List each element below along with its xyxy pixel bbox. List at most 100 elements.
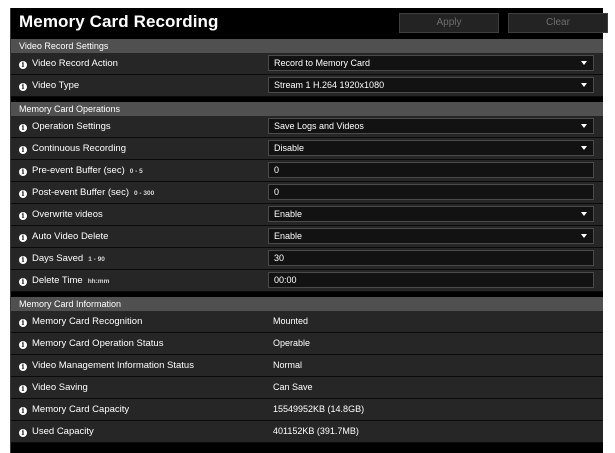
video-record-action-select[interactable]: Record to Memory Card xyxy=(268,55,594,71)
chevron-down-icon xyxy=(581,212,587,216)
days-saved-input[interactable]: 30 xyxy=(268,250,594,266)
row-label-wrap: i Memory Card Operation Status xyxy=(19,333,163,354)
post-event-buffer-value: 0 xyxy=(274,187,280,197)
row-label-wrap: i Video Record Action xyxy=(19,53,118,74)
chevron-down-icon xyxy=(581,234,587,238)
row-days-saved: i Days Saved 1 - 90 30 xyxy=(11,248,603,270)
video-type-value: Stream 1 H.264 1920x1080 xyxy=(274,80,385,90)
info-icon[interactable]: i xyxy=(19,83,27,91)
row-auto-video-delete: i Auto Video Delete Enable xyxy=(11,226,603,248)
post-event-buffer-input[interactable]: 0 xyxy=(268,184,594,200)
row-label-wrap: i Delete Time hh:mm xyxy=(19,270,109,291)
chevron-down-icon xyxy=(581,83,587,87)
card-recognition-label: Memory Card Recognition xyxy=(32,316,143,327)
row-pre-event-buffer: i Pre-event Buffer (sec) 0 - 5 0 xyxy=(11,160,603,182)
operation-settings-label: Operation Settings xyxy=(32,121,111,132)
delete-time-input[interactable]: 00:00 xyxy=(268,272,594,288)
row-label-wrap: i Video Saving xyxy=(19,377,88,398)
info-icon[interactable]: i xyxy=(19,341,27,349)
info-icon[interactable]: i xyxy=(19,212,27,220)
row-video-management-status: i Video Management Information Status Nor… xyxy=(11,355,603,377)
clear-button[interactable]: Clear xyxy=(508,13,608,33)
auto-video-delete-value: Enable xyxy=(274,231,303,241)
operation-status-value: Operable xyxy=(273,338,311,348)
post-event-buffer-label: Post-event Buffer (sec) xyxy=(32,187,129,198)
info-icon[interactable]: i xyxy=(19,61,27,69)
chevron-down-icon xyxy=(581,146,587,150)
row-video-type: i Video Type Stream 1 H.264 1920x1080 xyxy=(11,75,603,97)
video-management-status-label: Video Management Information Status xyxy=(32,360,194,371)
row-video-record-action: i Video Record Action Record to Memory Ca… xyxy=(11,53,603,75)
row-label-wrap: i Video Management Information Status xyxy=(19,355,194,376)
row-card-capacity: i Memory Card Capacity 15549952KB (14.8GB… xyxy=(11,399,603,421)
row-label-wrap: i Video Type xyxy=(19,75,79,96)
pre-event-buffer-input[interactable]: 0 xyxy=(268,162,594,178)
operation-settings-value: Save Logs and Videos xyxy=(274,121,364,131)
memory-card-recording-panel: Memory Card Recording Apply Clear Video … xyxy=(10,8,608,453)
row-label-wrap: i Overwrite videos xyxy=(19,204,103,225)
row-label-wrap: i Post-event Buffer (sec) 0 - 300 xyxy=(19,182,154,203)
row-operation-settings: i Operation Settings Save Logs and Videos xyxy=(11,116,603,138)
pre-event-buffer-range: 0 - 5 xyxy=(129,168,143,175)
apply-button[interactable]: Apply xyxy=(399,13,499,33)
overwrite-videos-select[interactable]: Enable xyxy=(268,206,594,222)
row-label-wrap: i Pre-event Buffer (sec) 0 - 5 xyxy=(19,160,143,181)
info-icon[interactable]: i xyxy=(19,190,27,198)
video-saving-label: Video Saving xyxy=(32,382,88,393)
operation-settings-select[interactable]: Save Logs and Videos xyxy=(268,118,594,134)
video-type-select[interactable]: Stream 1 H.264 1920x1080 xyxy=(268,77,594,93)
row-label-wrap: i Operation Settings xyxy=(19,116,111,137)
auto-video-delete-select[interactable]: Enable xyxy=(268,228,594,244)
info-icon[interactable]: i xyxy=(19,124,27,132)
auto-video-delete-label: Auto Video Delete xyxy=(32,231,109,242)
info-icon[interactable]: i xyxy=(19,407,27,415)
page-title: Memory Card Recording xyxy=(19,12,219,31)
row-label-wrap: i Used Capacity xyxy=(19,421,94,442)
video-saving-value: Can Save xyxy=(273,382,313,392)
row-label-wrap: i Memory Card Recognition xyxy=(19,311,142,332)
continuous-recording-select[interactable]: Disable xyxy=(268,140,594,156)
continuous-recording-label: Continuous Recording xyxy=(32,143,127,154)
delete-time-format: hh:mm xyxy=(87,278,110,285)
info-icon[interactable]: i xyxy=(19,363,27,371)
video-type-label: Video Type xyxy=(32,80,80,91)
info-icon[interactable]: i xyxy=(19,385,27,393)
delete-time-label: Delete Time xyxy=(32,275,83,286)
delete-time-value: 00:00 xyxy=(274,275,297,285)
card-capacity-value: 15549952KB (14.8GB) xyxy=(273,404,365,414)
row-used-capacity: i Used Capacity 401152KB (391.7MB) xyxy=(11,421,603,443)
info-icon[interactable]: i xyxy=(19,168,27,176)
card-capacity-label: Memory Card Capacity xyxy=(32,404,130,415)
info-icon[interactable]: i xyxy=(19,234,27,242)
row-card-recognition: i Memory Card Recognition Mounted xyxy=(11,311,603,333)
section-header-operations: Memory Card Operations xyxy=(11,102,603,116)
chevron-down-icon xyxy=(581,61,587,65)
section-header-information: Memory Card Information xyxy=(11,297,603,311)
overwrite-videos-value: Enable xyxy=(274,209,303,219)
used-capacity-label: Used Capacity xyxy=(32,426,94,437)
info-icon[interactable]: i xyxy=(19,319,27,327)
section-gap xyxy=(11,97,603,101)
row-continuous-recording: i Continuous Recording Disable xyxy=(11,138,603,160)
days-saved-range: 1 - 90 xyxy=(88,256,105,263)
info-icon[interactable]: i xyxy=(19,278,27,286)
row-post-event-buffer: i Post-event Buffer (sec) 0 - 300 0 xyxy=(11,182,603,204)
operation-status-label: Memory Card Operation Status xyxy=(32,338,164,349)
overwrite-videos-label: Overwrite videos xyxy=(32,209,103,220)
continuous-recording-value: Disable xyxy=(274,143,305,153)
video-management-status-value: Normal xyxy=(273,360,303,370)
used-capacity-value: 401152KB (391.7MB) xyxy=(273,426,359,436)
row-label-wrap: i Auto Video Delete xyxy=(19,226,108,247)
info-icon[interactable]: i xyxy=(19,146,27,154)
post-event-buffer-range: 0 - 300 xyxy=(133,190,155,197)
row-delete-time: i Delete Time hh:mm 00:00 xyxy=(11,270,603,292)
info-icon[interactable]: i xyxy=(19,256,27,264)
row-video-saving: i Video Saving Can Save xyxy=(11,377,603,399)
pre-event-buffer-label: Pre-event Buffer (sec) xyxy=(32,165,125,176)
video-record-action-label: Video Record Action xyxy=(32,58,118,69)
info-icon[interactable]: i xyxy=(19,429,27,437)
chevron-down-icon xyxy=(581,124,587,128)
row-label-wrap: i Continuous Recording xyxy=(19,138,126,159)
row-operation-status: i Memory Card Operation Status Operable xyxy=(11,333,603,355)
row-label-wrap: i Days Saved 1 - 90 xyxy=(19,248,105,269)
